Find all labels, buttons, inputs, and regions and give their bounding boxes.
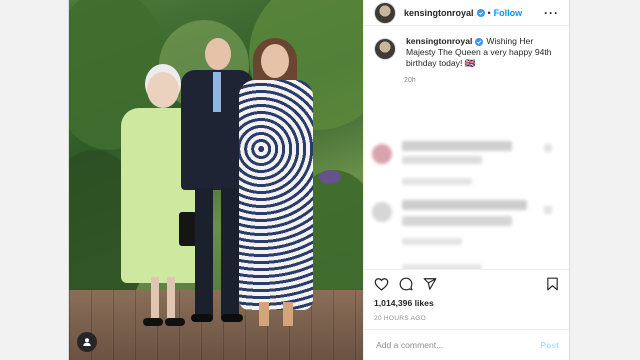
caption-row: kensingtonroyal Wishing Her Majesty The Q… bbox=[374, 36, 559, 69]
caption-username[interactable]: kensingtonroyal bbox=[406, 36, 472, 46]
caption-text: kensingtonroyal Wishing Her Majesty The Q… bbox=[406, 36, 559, 69]
verified-badge-icon bbox=[476, 8, 485, 17]
likes-count[interactable]: 1,014,396 likes bbox=[364, 298, 569, 312]
post-timestamp: 20 HOURS AGO bbox=[374, 315, 427, 322]
bookmark-icon[interactable] bbox=[546, 277, 559, 291]
avatar[interactable] bbox=[374, 1, 396, 24]
blurred-comment-avatar bbox=[372, 202, 392, 222]
caption-timestamp: 20h bbox=[404, 77, 416, 84]
post-actions bbox=[364, 269, 569, 298]
avatar[interactable] bbox=[374, 38, 396, 60]
blurred-comment bbox=[402, 156, 482, 164]
post-sidebar: kensingtonroyal • Follow ··· kensingtonr… bbox=[363, 0, 569, 360]
heart-icon[interactable] bbox=[374, 277, 389, 291]
blurred-comment bbox=[402, 264, 482, 269]
blurred-comment bbox=[402, 200, 527, 210]
blurred-comment bbox=[402, 141, 512, 151]
verified-badge-icon bbox=[475, 38, 484, 46]
blurred-comment bbox=[402, 238, 462, 245]
blurred-heart-icon bbox=[544, 144, 552, 152]
post-photo[interactable] bbox=[69, 0, 363, 360]
follow-button[interactable]: Follow bbox=[494, 8, 523, 18]
header-separator: • bbox=[487, 7, 491, 18]
post-header: kensingtonroyal • Follow ··· bbox=[364, 0, 569, 26]
person-floral-dress bbox=[231, 38, 321, 332]
blurred-comment bbox=[402, 216, 512, 226]
flower-shape bbox=[319, 170, 341, 184]
blurred-comment-avatar bbox=[372, 144, 392, 164]
author-username[interactable]: kensingtonroyal bbox=[404, 8, 474, 18]
paper-plane-icon[interactable] bbox=[423, 277, 437, 291]
comments-area[interactable]: kensingtonroyal Wishing Her Majesty The Q… bbox=[364, 26, 569, 269]
comment-input[interactable] bbox=[374, 339, 541, 351]
blurred-heart-icon bbox=[544, 206, 552, 214]
user-tag-icon[interactable] bbox=[77, 332, 97, 352]
instagram-post: kensingtonroyal • Follow ··· kensingtonr… bbox=[68, 0, 570, 360]
comment-bubble-icon[interactable] bbox=[399, 277, 413, 291]
add-comment-bar: Post bbox=[364, 329, 569, 360]
post-comment-button[interactable]: Post bbox=[540, 340, 559, 350]
blurred-comment bbox=[402, 178, 472, 185]
more-options-icon[interactable]: ··· bbox=[544, 6, 559, 20]
